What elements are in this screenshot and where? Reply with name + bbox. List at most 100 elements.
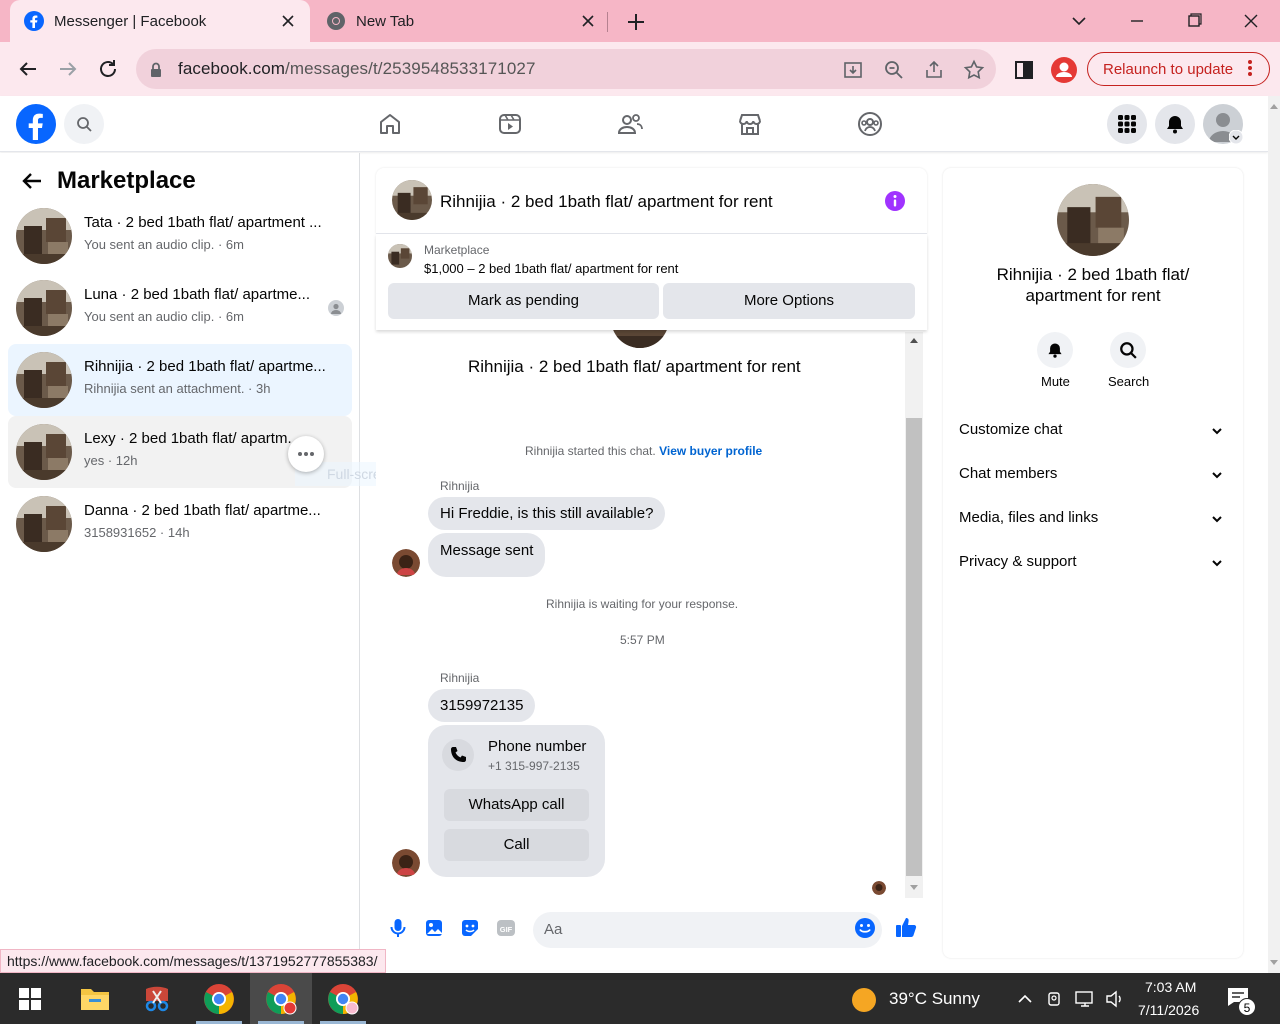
info-icon[interactable]	[884, 190, 906, 212]
marketplace-icon[interactable]	[736, 110, 764, 138]
bell-icon	[1167, 116, 1183, 134]
close-window-icon[interactable]	[1238, 8, 1264, 34]
bookmark-star-icon[interactable]	[963, 59, 985, 81]
install-app-icon[interactable]	[842, 59, 864, 81]
chevron-down-icon	[1212, 560, 1222, 567]
grid-menu-icon	[1118, 115, 1136, 133]
video-icon[interactable]	[496, 110, 524, 138]
tab-new-tab[interactable]: New Tab	[314, 0, 606, 42]
folder-icon	[81, 989, 109, 1010]
groups-icon[interactable]	[856, 110, 884, 138]
zoom-icon[interactable]	[883, 59, 905, 81]
microphone-icon[interactable]	[387, 917, 409, 939]
reload-icon[interactable]	[96, 57, 120, 81]
network-icon[interactable]	[1074, 989, 1096, 1009]
conversation-name: Luna · 2 bed 1bath flat/ apartme...	[84, 286, 310, 303]
tab-messenger[interactable]: Messenger | Facebook	[10, 0, 310, 42]
search-button[interactable]	[64, 104, 104, 144]
gallery-icon[interactable]	[423, 917, 445, 939]
scroll-up-icon[interactable]	[1268, 101, 1280, 111]
view-buyer-profile-link[interactable]: View buyer profile	[659, 444, 762, 458]
conversation-item[interactable]: Luna · 2 bed 1bath flat/ apartme... You …	[8, 272, 352, 344]
conversation-item-selected[interactable]: Rihnijia · 2 bed 1bath flat/ apartme... …	[8, 344, 352, 416]
more-options-button[interactable]: More Options	[663, 283, 915, 319]
lock-icon[interactable]	[146, 60, 166, 80]
menu-button[interactable]	[1107, 104, 1147, 144]
sender-avatar[interactable]	[392, 849, 420, 877]
chevron-down-icon	[1212, 428, 1222, 435]
new-tab-icon[interactable]	[624, 10, 648, 34]
customize-chat-row[interactable]: Customize chat	[959, 421, 1227, 438]
sender-avatar[interactable]	[392, 549, 420, 577]
chevron-up-icon[interactable]	[1016, 991, 1034, 1007]
facebook-logo-icon[interactable]	[16, 104, 56, 144]
friends-icon[interactable]	[616, 110, 644, 138]
share-icon[interactable]	[923, 59, 945, 81]
close-tab-icon[interactable]	[578, 11, 598, 31]
clock-time[interactable]: 7:03 AM	[1145, 979, 1196, 995]
back-icon[interactable]	[16, 57, 40, 81]
message-bubble[interactable]: Hi Freddie, is this still available?	[428, 497, 666, 530]
scroll-down-icon[interactable]	[1268, 958, 1280, 968]
tab-search-icon[interactable]	[1066, 8, 1092, 34]
windows-start-icon[interactable]	[19, 988, 41, 1010]
notifications-button[interactable]	[1155, 104, 1195, 144]
chat-avatar[interactable]	[392, 180, 432, 220]
conversation-name: Tata · 2 bed 1bath flat/ apartment ...	[84, 214, 322, 231]
clock-date[interactable]: 7/11/2026	[1138, 1002, 1199, 1018]
privacy-support-row[interactable]: Privacy & support	[959, 553, 1227, 570]
listing-thumbnail	[16, 280, 72, 336]
taskbar-file-explorer[interactable]	[64, 973, 126, 1024]
sun-icon[interactable]	[850, 986, 878, 1014]
profile-icon[interactable]	[1050, 56, 1078, 84]
chat-title[interactable]: Rihnijia · 2 bed 1bath flat/ apartment f…	[440, 192, 773, 212]
maximize-icon[interactable]	[1181, 8, 1207, 34]
meet-now-icon[interactable]	[1046, 989, 1064, 1009]
scroll-down-icon[interactable]	[909, 884, 919, 892]
account-chevron-icon[interactable]	[1229, 130, 1243, 144]
sticker-icon[interactable]	[459, 917, 481, 939]
tab-title: New Tab	[356, 12, 415, 30]
back-arrow-icon[interactable]	[20, 169, 44, 193]
conversation-item[interactable]: Danna · 2 bed 1bath flat/ apartme... 315…	[8, 488, 352, 560]
chevron-down-icon	[1212, 472, 1222, 479]
whatsapp-call-button[interactable]: WhatsApp call	[444, 789, 589, 821]
message-bubble[interactable]: 3159972135	[428, 689, 536, 722]
minimize-icon[interactable]	[1124, 8, 1150, 34]
message-bubble[interactable]: Message sent	[428, 533, 546, 577]
scissors-icon	[145, 986, 169, 1012]
message-input[interactable]: Aa	[533, 912, 882, 948]
scroll-up-icon[interactable]	[909, 336, 919, 344]
conversation-options-button[interactable]	[288, 436, 324, 472]
menu-dots-icon[interactable]	[1239, 57, 1261, 79]
close-tab-icon[interactable]	[278, 11, 298, 31]
taskbar-chrome-profile[interactable]	[250, 973, 312, 1024]
weather-text[interactable]: 39°C Sunny	[889, 989, 980, 1009]
side-panel-icon[interactable]	[1013, 59, 1035, 81]
waiting-notice: Rihnijia is waiting for your response.	[546, 597, 739, 611]
chat-scrollbar-thumb[interactable]	[906, 418, 922, 876]
home-icon[interactable]	[376, 110, 404, 138]
listing-summary[interactable]: $1,000 – 2 bed 1bath flat/ apartment for…	[424, 261, 678, 276]
volume-icon[interactable]	[1104, 989, 1126, 1009]
page-scrollbar[interactable]	[1268, 96, 1280, 973]
chat-members-row[interactable]: Chat members	[959, 465, 1227, 482]
url-text[interactable]: facebook.com/messages/t/2539548533171027	[178, 59, 536, 79]
media-files-row[interactable]: Media, files and links	[959, 509, 1227, 526]
taskbar-snipping-tool[interactable]	[126, 973, 188, 1024]
notification-center-button[interactable]: 5	[1226, 986, 1256, 1016]
url-path: /messages/t/2539548533171027	[285, 59, 536, 78]
relaunch-button[interactable]: Relaunch to update	[1087, 52, 1270, 86]
thumbs-up-icon[interactable]	[894, 915, 918, 939]
forward-icon[interactable]	[56, 57, 80, 81]
mark-pending-button[interactable]: Mark as pending	[388, 283, 659, 319]
chrome-icon	[327, 12, 345, 30]
emoji-icon[interactable]	[854, 917, 876, 939]
conversation-item[interactable]: Tata · 2 bed 1bath flat/ apartment ... Y…	[8, 200, 352, 272]
taskbar-chrome[interactable]	[188, 973, 250, 1024]
gif-icon[interactable]: GIF	[495, 917, 517, 939]
call-button[interactable]: Call	[444, 829, 589, 861]
mute-button[interactable]	[1037, 332, 1073, 368]
search-chat-button[interactable]	[1110, 332, 1146, 368]
taskbar-chrome-profile-2[interactable]	[312, 973, 374, 1024]
